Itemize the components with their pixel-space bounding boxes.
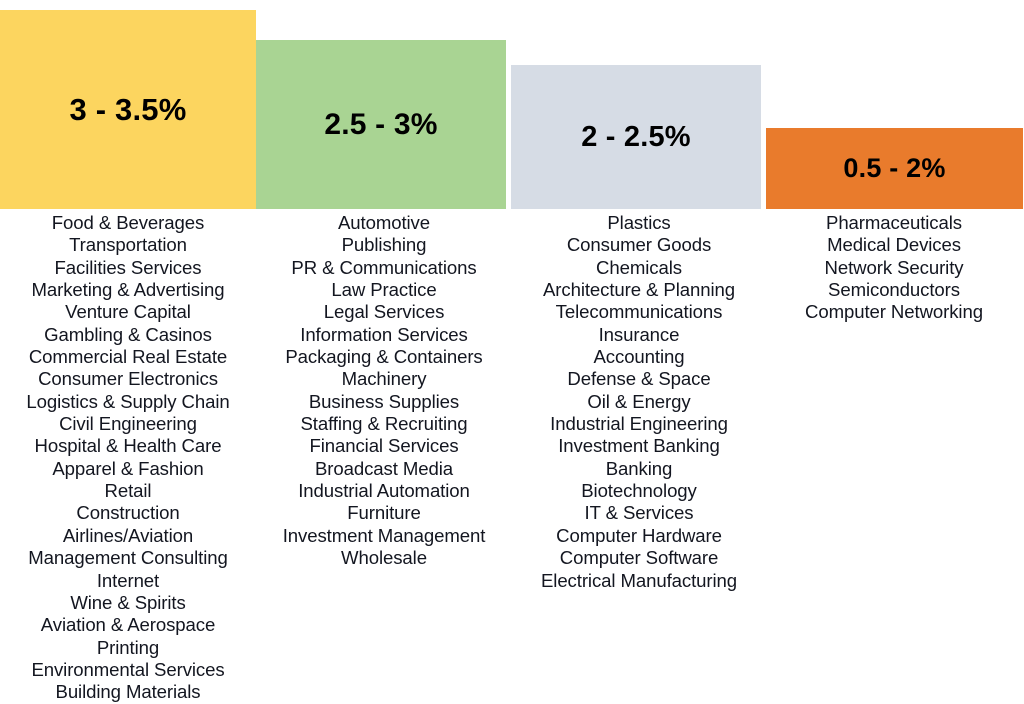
list-item: Insurance (598, 323, 680, 345)
category-column-1: 3 - 3.5% Food & Beverages Transportation F… (0, 0, 256, 702)
bar-label-2: 2.5 - 3% (324, 107, 438, 141)
list-item: Investment Banking (558, 435, 720, 457)
category-column-2: 2.5 - 3% Automotive Publishing PR & Commun… (256, 0, 512, 702)
list-item: Civil Engineering (59, 413, 197, 435)
bar-label-1: 3 - 3.5% (69, 92, 187, 127)
list-item: Staffing & Recruiting (300, 413, 468, 435)
list-item: Broadcast Media (314, 457, 454, 479)
infographic-canvas: 3 - 3.5% Food & Beverages Transportation F… (0, 0, 1024, 702)
list-item: Biotechnology (581, 480, 697, 502)
category-column-4: 0.5 - 2% Pharmaceuticals Medical Devices N… (766, 0, 1023, 702)
industry-list-3: Plastics Consumer Goods Chemicals Architect… (511, 212, 767, 592)
list-item: Banking (605, 457, 673, 479)
industry-list-1: Food & Beverages Transportation Facilities… (0, 212, 256, 704)
list-item: Electrical Manufacturing (540, 569, 738, 591)
category-column-3: 2 - 2.5% Plastics Consumer Goods Chemicals… (511, 0, 767, 702)
list-item: Management Consulting (28, 547, 228, 569)
list-item: Defense & Space (567, 368, 711, 390)
list-item: Construction (76, 502, 180, 524)
industry-list-4: Pharmaceuticals Medical Devices Network Se… (766, 212, 1022, 324)
list-item: Accounting (593, 346, 685, 368)
list-item: Packaging & Containers (285, 346, 483, 368)
bar-segment-4: 0.5 - 2% (766, 128, 1023, 209)
list-item: Apparel & Fashion (52, 457, 204, 479)
list-item: Industrial Engineering (550, 413, 728, 435)
list-item: Business Supplies (308, 390, 460, 412)
list-item: Computer Software (559, 547, 719, 569)
list-item: Food & Beverages (51, 212, 205, 233)
list-item: Building Materials (55, 681, 201, 703)
list-item: PR & Communications (291, 256, 477, 278)
bar-label-3: 2 - 2.5% (581, 120, 691, 153)
list-item: Medical Devices (827, 234, 961, 256)
list-item: Wholesale (341, 547, 427, 569)
list-item: Furniture (347, 502, 421, 524)
list-item: Consumer Goods (566, 234, 712, 256)
list-item: Computer Hardware (556, 524, 722, 546)
list-item: IT & Services (584, 502, 694, 524)
list-item: Computer Networking (805, 301, 983, 323)
list-item: Logistics & Supply Chain (26, 390, 230, 412)
list-item: Pharmaceuticals (826, 212, 962, 233)
bar-segment-3: 2 - 2.5% (511, 65, 761, 209)
list-item: Network Security (824, 256, 964, 278)
list-item: Automotive (337, 212, 430, 233)
list-item: Internet (96, 569, 160, 591)
list-item: Machinery (341, 368, 427, 390)
bar-segment-1: 3 - 3.5% (0, 10, 256, 209)
list-item: Architecture & Planning (542, 279, 735, 301)
list-item: Gambling & Casinos (44, 323, 212, 345)
list-item: Oil & Energy (587, 390, 691, 412)
list-item: Publishing (341, 234, 427, 256)
industry-list-2: Automotive Publishing PR & Communications L… (256, 212, 512, 570)
list-item: Financial Services (309, 435, 459, 457)
list-item: Semiconductors (828, 279, 960, 301)
list-item: Printing (96, 636, 160, 658)
list-item: Legal Services (323, 301, 445, 323)
bar-segment-2: 2.5 - 3% (256, 40, 506, 209)
bar-label-4: 0.5 - 2% (843, 153, 946, 183)
list-item: Commercial Real Estate (28, 346, 228, 368)
list-item: Environmental Services (31, 658, 225, 680)
list-item: Law Practice (331, 279, 437, 301)
list-item: Information Services (300, 323, 468, 345)
list-item: Investment Management (282, 524, 486, 546)
list-item: Retail (104, 480, 152, 502)
list-item: Marketing & Advertising (31, 279, 225, 301)
list-item: Wine & Spirits (70, 591, 186, 613)
list-item: Facilities Services (54, 256, 202, 278)
list-item: Telecommunications (555, 301, 723, 323)
list-item: Chemicals (596, 256, 682, 278)
list-item: Industrial Automation (298, 480, 470, 502)
list-item: Transportation (69, 234, 187, 256)
list-item: Plastics (607, 212, 671, 233)
list-item: Aviation & Aerospace (40, 614, 216, 636)
list-item: Venture Capital (65, 301, 191, 323)
list-item: Airlines/Aviation (62, 524, 194, 546)
list-item: Consumer Electronics (38, 368, 218, 390)
list-item: Hospital & Health Care (34, 435, 222, 457)
